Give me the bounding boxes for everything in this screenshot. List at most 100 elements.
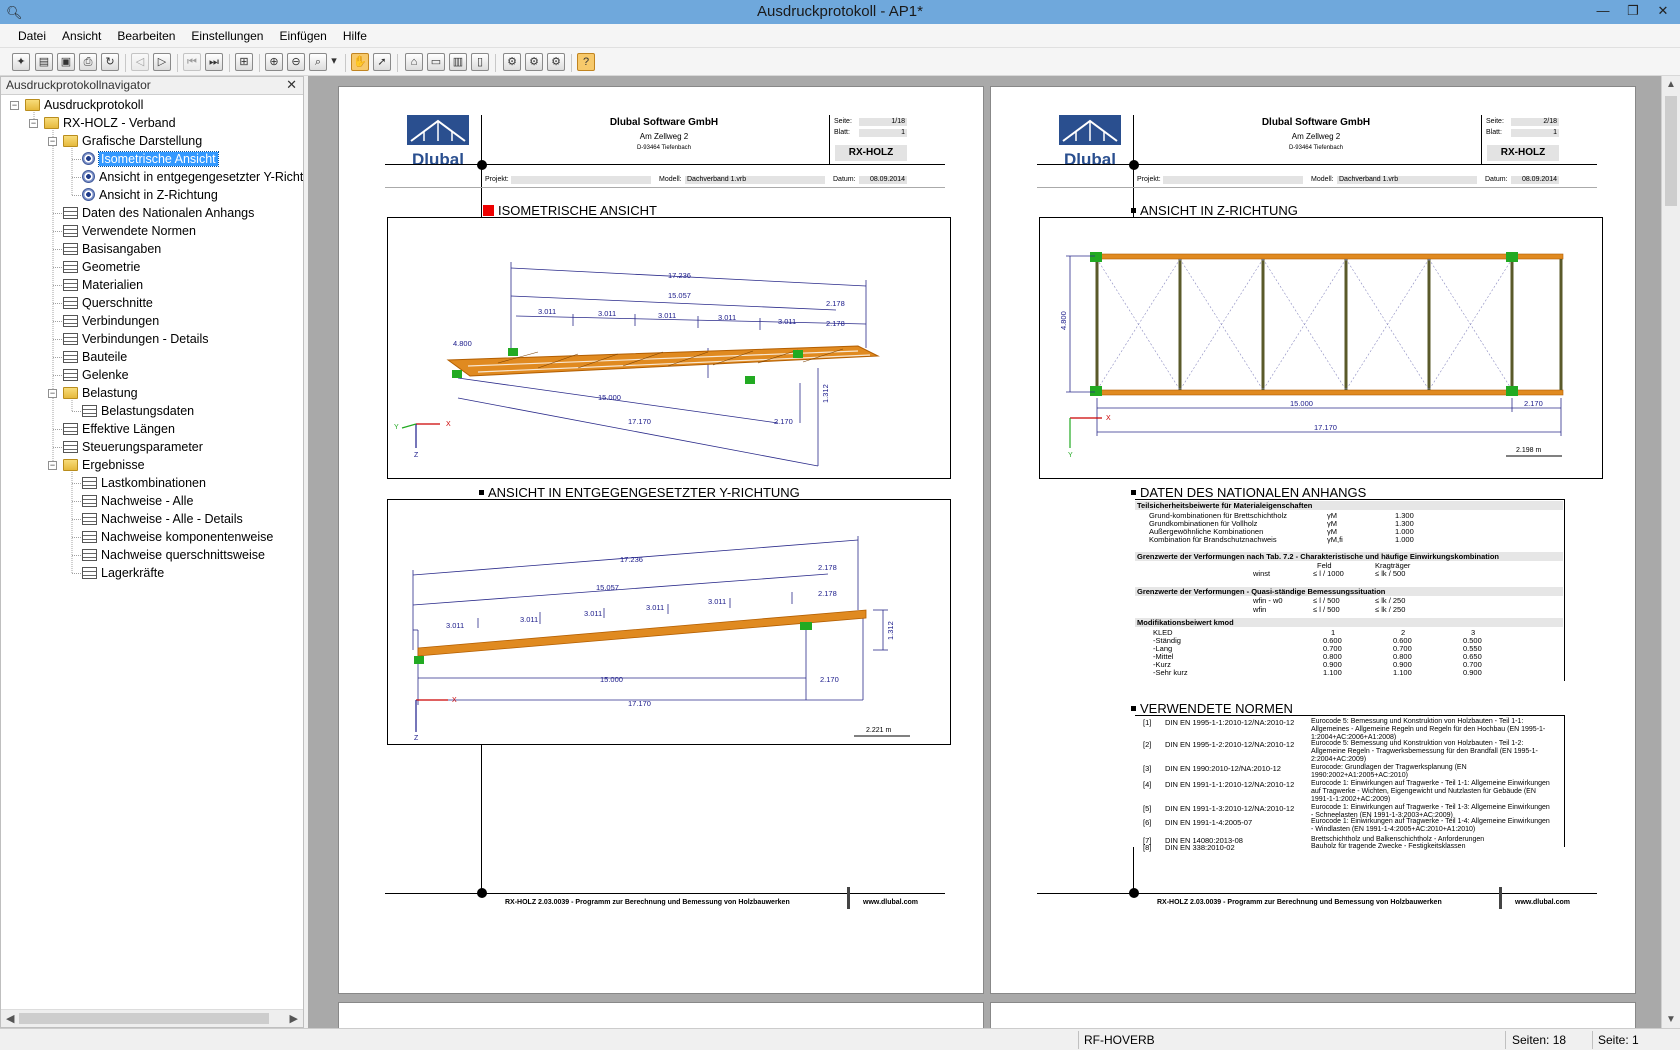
window-title: Ausdruckprotokoll - AP1* xyxy=(757,3,923,20)
svg-text:2.178: 2.178 xyxy=(826,319,845,328)
maximize-button[interactable]: ❐ xyxy=(1618,0,1648,22)
nav-item-nachweise-querschnittsweise[interactable]: Nachweise querschnittsweise xyxy=(82,546,265,564)
select-icon[interactable]: ➚ xyxy=(373,53,391,71)
nav-item-verbindungen-details[interactable]: Verbindungen - Details xyxy=(63,330,208,348)
nav-item-ansicht-in-entgegengesetzter-y-richtung[interactable]: Ansicht in entgegengesetzter Y-Richtung xyxy=(82,168,303,186)
print-preview-area[interactable]: Dlubal Dlubal Software GmbH Am Zellweg 2… xyxy=(308,76,1661,1028)
navigator-close-icon[interactable]: ✕ xyxy=(286,77,297,93)
back-icon[interactable]: ◁ xyxy=(131,53,149,71)
nat-annex-table: Teilsicherheitsbeiwerte für Materialeige… xyxy=(1135,499,1565,681)
nav-item-bauteile[interactable]: Bauteile xyxy=(63,348,127,366)
collapse-toggle-icon[interactable]: − xyxy=(48,389,57,398)
collapse-toggle-icon[interactable]: − xyxy=(48,461,57,470)
preview-vscrollbar[interactable]: ▲ ▼ xyxy=(1661,76,1680,1028)
nav-item-steuerungsparameter[interactable]: Steuerungsparameter xyxy=(63,438,203,456)
pan-icon[interactable]: ✋ xyxy=(351,53,369,71)
nav-item-nachweise-komponentenweise[interactable]: Nachweise komponentenweise xyxy=(82,528,273,546)
svg-text:17.170: 17.170 xyxy=(1314,423,1337,432)
collapse-toggle-icon[interactable]: − xyxy=(48,137,57,146)
collapse-toggle-icon[interactable]: − xyxy=(10,101,19,110)
projekt-label: Projekt: xyxy=(1137,176,1161,183)
nav-item-effektive-längen[interactable]: Effektive Längen xyxy=(63,420,175,438)
menu-ansicht[interactable]: Ansicht xyxy=(54,24,109,43)
svg-text:3.011: 3.011 xyxy=(520,615,538,624)
nav-item-geometrie[interactable]: Geometrie xyxy=(63,258,140,276)
navigator-hscrollbar[interactable]: ◀ ▶ xyxy=(1,1009,303,1027)
nav-item-belastungsdaten[interactable]: Belastungsdaten xyxy=(82,402,194,420)
nav-item-rx-holz-verband[interactable]: RX-HOLZ - Verband xyxy=(44,114,176,132)
cover-sheet-icon[interactable]: ⌂ xyxy=(405,53,423,71)
table-icon xyxy=(63,279,78,291)
nav-item-querschnitte[interactable]: Querschnitte xyxy=(63,294,153,312)
header-icon[interactable]: ▭ xyxy=(427,53,445,71)
page-setup-icon[interactable]: ⊞ xyxy=(235,53,253,71)
export-icon[interactable]: ⚙ xyxy=(547,53,565,71)
open-icon[interactable]: ▤ xyxy=(35,53,53,71)
dlubal-logo: Dlubal xyxy=(407,115,469,167)
zoom-out-icon[interactable]: ⊖ xyxy=(287,53,305,71)
close-button[interactable]: ✕ xyxy=(1648,0,1678,22)
nav-item-ausdruckprotokoll[interactable]: Ausdruckprotokoll xyxy=(25,96,143,114)
svg-text:1.312: 1.312 xyxy=(886,621,895,640)
first-page-icon[interactable]: ⏮ xyxy=(183,53,201,71)
svg-text:3.011: 3.011 xyxy=(718,313,736,322)
forward-icon[interactable]: ▷ xyxy=(153,53,171,71)
page-layout-icon[interactable]: ▥ xyxy=(449,53,467,71)
settings-icon[interactable]: ⚙ xyxy=(503,53,521,71)
folder-icon xyxy=(63,459,78,471)
navigator-panel: Ausdruckprotokollnavigator ✕ Ausdruckpro… xyxy=(0,76,304,1028)
menu-datei[interactable]: Datei xyxy=(10,24,54,43)
nav-item-materialien[interactable]: Materialien xyxy=(63,276,143,294)
zoom-dropdown-icon[interactable]: ▾ xyxy=(329,53,339,71)
nav-item-label: Gelenke xyxy=(82,368,129,382)
svg-text:X: X xyxy=(452,697,457,704)
nav-item-ansicht-in-z-richtung[interactable]: Ansicht in Z-Richtung xyxy=(82,186,218,204)
collapse-toggle-icon[interactable]: − xyxy=(29,119,38,128)
table-icon xyxy=(82,531,97,543)
nav-item-label: Bauteile xyxy=(82,350,128,364)
nav-item-belastung[interactable]: Belastung xyxy=(63,384,138,402)
nav-item-verwendete-normen[interactable]: Verwendete Normen xyxy=(63,222,196,240)
minimize-button[interactable]: — xyxy=(1588,0,1618,22)
svg-text:2.178: 2.178 xyxy=(818,563,837,572)
norm-cell: DIN EN 1995-1-2:2010-12/NA:2010-12 xyxy=(1165,740,1295,749)
nav-item-label: Daten des Nationalen Anhangs xyxy=(82,206,255,220)
refresh-icon[interactable]: ↻ xyxy=(101,53,119,71)
nav-item-label: Steuerungsparameter xyxy=(82,440,203,454)
menu-einfuegen[interactable]: Einfügen xyxy=(271,24,334,43)
zoom-select-icon[interactable]: ⌕ xyxy=(309,53,327,71)
help-icon[interactable]: ? xyxy=(577,53,595,71)
table-icon xyxy=(63,369,78,381)
new-icon[interactable]: ✦ xyxy=(12,53,30,71)
zoom-in-icon[interactable]: ⊕ xyxy=(265,53,283,71)
save-icon[interactable]: ▣ xyxy=(57,53,75,71)
nav-item-nachweise-alle[interactable]: Nachweise - Alle xyxy=(82,492,193,510)
seite-label: Seite: xyxy=(834,118,852,125)
print-icon[interactable]: ⎙ xyxy=(79,53,97,71)
graphics-icon[interactable]: ⚙ xyxy=(525,53,543,71)
nav-item-label: Lastkombinationen xyxy=(101,476,206,490)
svg-text:15.000: 15.000 xyxy=(600,675,623,684)
nav-item-isometrische-ansicht[interactable]: Isometrische Ansicht xyxy=(82,150,219,168)
page-icon[interactable]: ▯ xyxy=(471,53,489,71)
nav-item-label: Geometrie xyxy=(82,260,141,274)
section-zdir: ANSICHT IN Z-RICHTUNG xyxy=(1131,203,1298,218)
nav-item-ergebnisse[interactable]: Ergebnisse xyxy=(63,456,145,474)
last-page-icon[interactable]: ⏭ xyxy=(205,53,223,71)
menu-bearbeiten[interactable]: Bearbeiten xyxy=(109,24,183,43)
nav-item-lastkombinationen[interactable]: Lastkombinationen xyxy=(82,474,206,492)
norm-cell: [6] xyxy=(1143,818,1152,827)
norm-cell: DIN EN 338:2010-02 xyxy=(1165,843,1235,852)
nav-item-nachweise-alle-details[interactable]: Nachweise - Alle - Details xyxy=(82,510,243,528)
svg-text:15.057: 15.057 xyxy=(596,583,619,592)
nav-item-lagerkräfte[interactable]: Lagerkräfte xyxy=(82,564,164,582)
norm-cell: DIN EN 1995-1-1:2010-12/NA:2010-12 xyxy=(1165,718,1295,727)
nav-item-label: Verbindungen xyxy=(82,314,160,328)
menu-einstellungen[interactable]: Einstellungen xyxy=(183,24,271,43)
nav-item-grafische-darstellung[interactable]: Grafische Darstellung xyxy=(63,132,202,150)
nav-item-verbindungen[interactable]: Verbindungen xyxy=(63,312,159,330)
nav-item-gelenke[interactable]: Gelenke xyxy=(63,366,129,384)
nav-item-basisangaben[interactable]: Basisangaben xyxy=(63,240,161,258)
menu-hilfe[interactable]: Hilfe xyxy=(335,24,375,43)
nav-item-daten-des-nationalen-anhangs[interactable]: Daten des Nationalen Anhangs xyxy=(63,204,254,222)
